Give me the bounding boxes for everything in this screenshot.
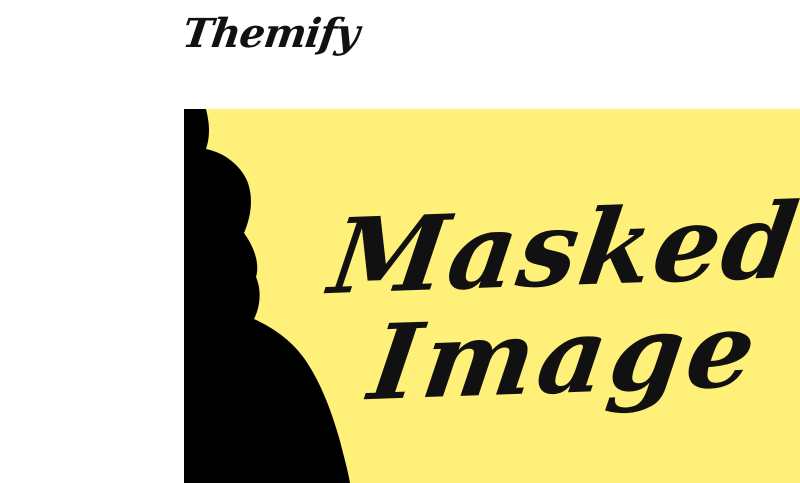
- hero-title-line-2: Image: [362, 287, 768, 425]
- masked-image-hero: Masked Image: [184, 109, 800, 483]
- site-logo[interactable]: Themify: [180, 10, 362, 57]
- hero-title: Masked Image: [297, 179, 800, 425]
- page: Themify Masked Image: [0, 0, 800, 483]
